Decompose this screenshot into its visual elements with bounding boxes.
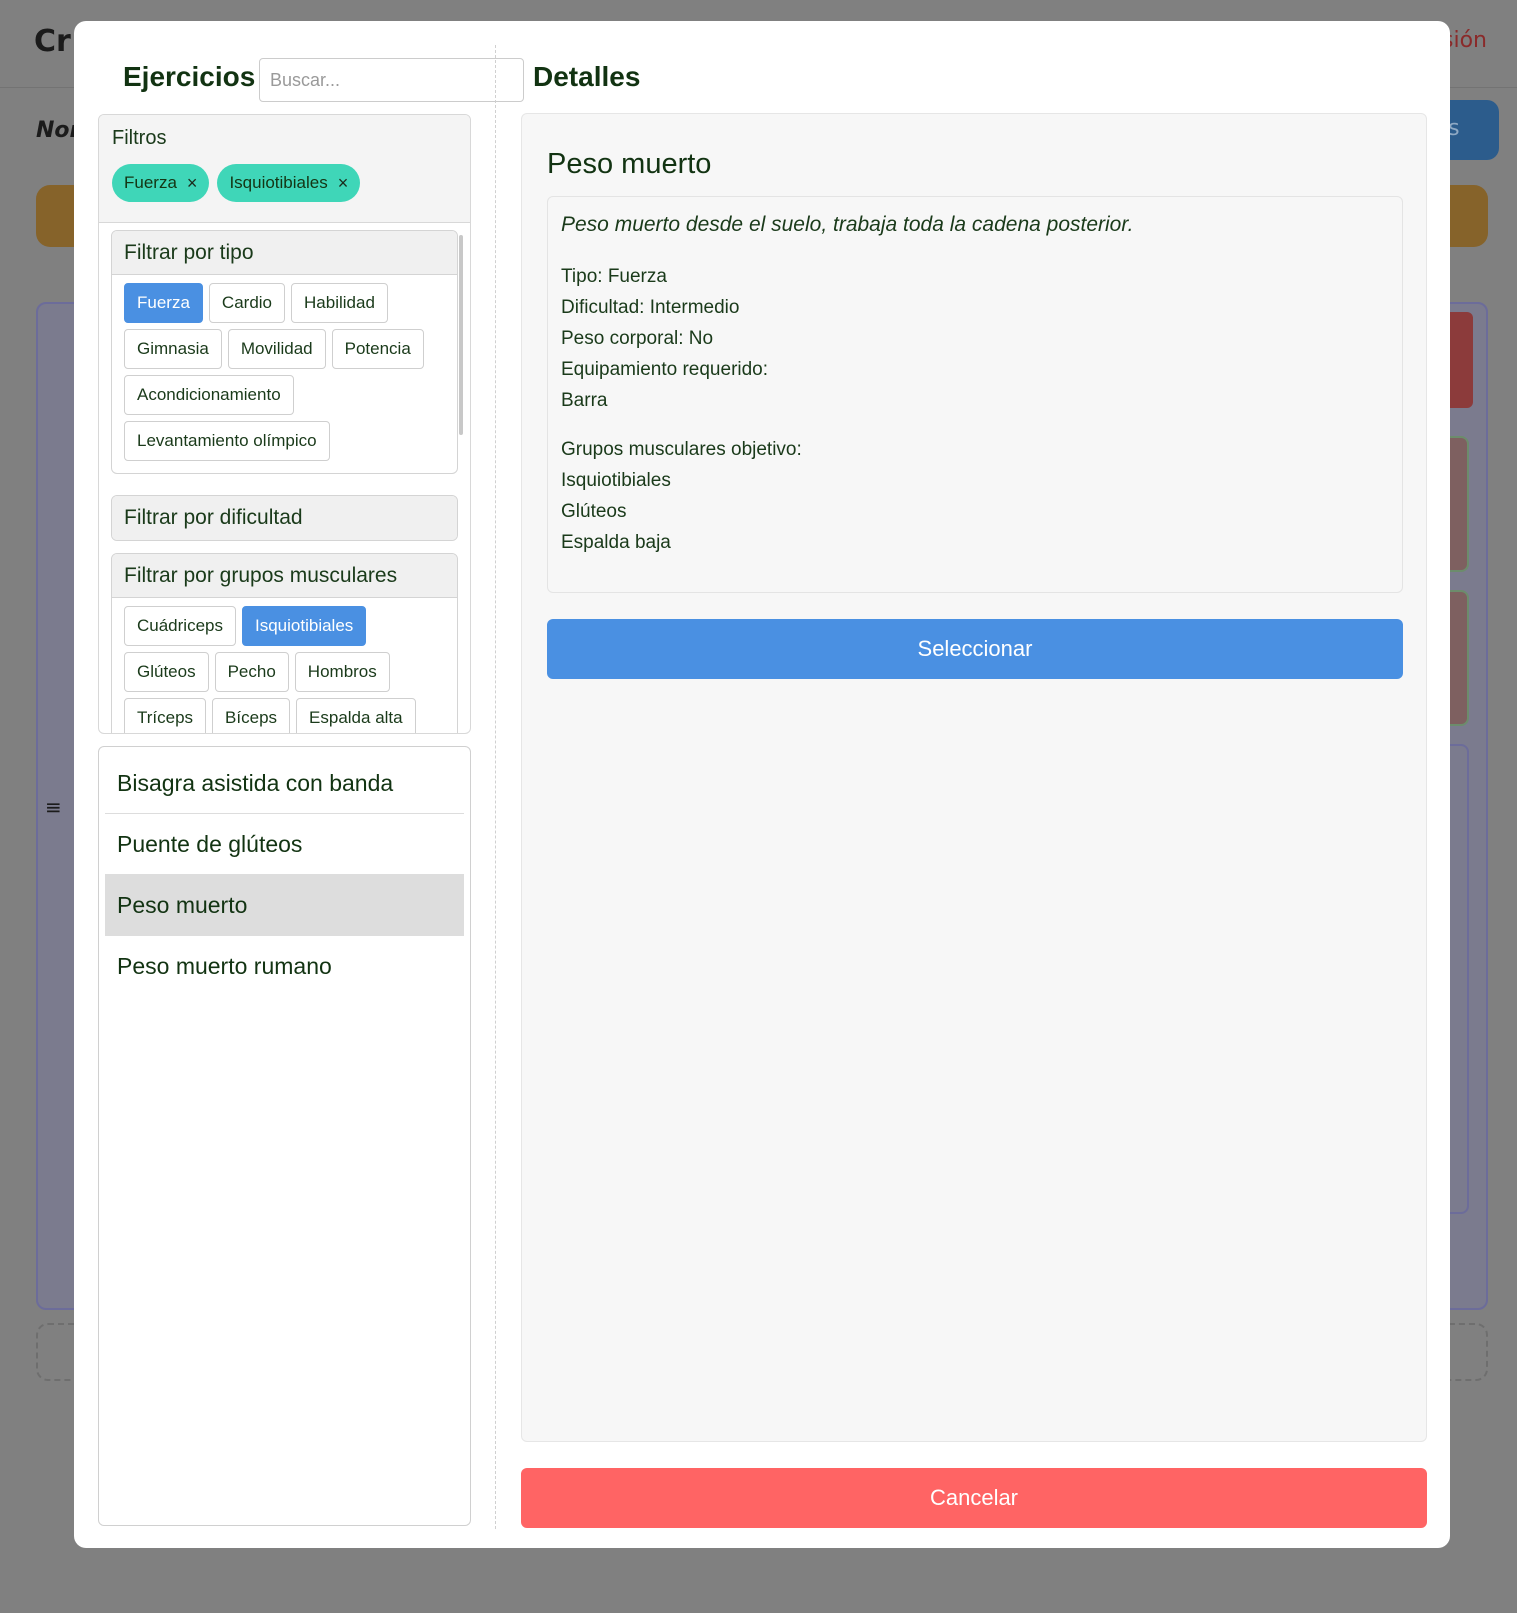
- cancel-button[interactable]: Cancelar: [521, 1468, 1427, 1528]
- remove-chip-icon[interactable]: ×: [338, 173, 349, 194]
- filter-chip-fuerza: Fuerza ×: [112, 164, 210, 202]
- muscle-item: Espalda baja: [561, 532, 671, 553]
- filters-scrollbar[interactable]: [459, 235, 463, 435]
- exercise-picker-modal: Ejercicios Detalles Filtros Fuerza × Isq…: [74, 21, 1450, 1548]
- column-divider: [495, 45, 496, 1529]
- remove-chip-icon[interactable]: ×: [187, 173, 198, 194]
- type-filter-options: Fuerza Cardio Habilidad Gimnasia Movilid…: [112, 275, 432, 473]
- type-filter-section: Filtrar por tipo Fuerza Cardio Habilidad…: [111, 230, 458, 474]
- type-option-gimnasia[interactable]: Gimnasia: [124, 329, 222, 369]
- drag-handle-icon: ≡: [45, 795, 62, 819]
- chip-label: Isquiotibiales: [229, 173, 328, 192]
- muscles-label: Grupos musculares objetivo:: [561, 439, 802, 460]
- bodyweight-line: Peso corporal: No: [561, 328, 714, 349]
- difficulty-line: Dificultad: Intermedio: [561, 297, 740, 318]
- exercise-list: Bisagra asistida con banda Puente de glú…: [98, 746, 471, 1526]
- exercises-heading: Ejercicios: [123, 61, 256, 92]
- page-title: Cr: [34, 24, 71, 59]
- type-line: Tipo: Fuerza: [561, 266, 667, 287]
- exercise-name: Peso muerto: [547, 148, 712, 180]
- select-button[interactable]: Seleccionar: [547, 619, 1403, 679]
- muscle-option-pecho[interactable]: Pecho: [214, 652, 289, 692]
- type-option-acondicionamiento[interactable]: Acondicionamiento: [124, 375, 294, 415]
- active-filter-chips: Fuerza × Isquiotibiales ×: [112, 164, 457, 202]
- muscle-option-cuadriceps[interactable]: Cuádriceps: [124, 606, 236, 646]
- muscle-option-biceps[interactable]: Bíceps: [212, 698, 291, 733]
- type-option-levantamiento-olimpico[interactable]: Levantamiento olímpico: [124, 421, 330, 461]
- list-item[interactable]: Bisagra asistida con banda: [105, 753, 464, 814]
- muscle-option-gluteos[interactable]: Glúteos: [124, 652, 209, 692]
- muscle-item: Glúteos: [561, 501, 627, 522]
- equipment-item: Barra: [561, 390, 608, 411]
- muscle-item: Isquiotibiales: [561, 470, 671, 491]
- type-option-potencia[interactable]: Potencia: [331, 329, 424, 369]
- filters-scroll-area[interactable]: Filtrar por tipo Fuerza Cardio Habilidad…: [99, 223, 470, 733]
- difficulty-filter-header[interactable]: Filtrar por dificultad: [112, 496, 457, 540]
- muscle-filter-header[interactable]: Filtrar por grupos musculares: [112, 554, 457, 598]
- muscle-filter-section: Filtrar por grupos musculares Cuádriceps…: [111, 553, 458, 733]
- muscle-option-triceps[interactable]: Tríceps: [124, 698, 207, 733]
- exercise-description: Peso muerto desde el suelo, trabaja toda…: [561, 213, 1134, 236]
- search-input[interactable]: [259, 58, 524, 102]
- list-item[interactable]: Puente de glúteos: [105, 814, 464, 875]
- type-option-movilidad[interactable]: Movilidad: [227, 329, 326, 369]
- chip-label: Fuerza: [124, 173, 177, 192]
- type-option-habilidad[interactable]: Habilidad: [291, 283, 388, 323]
- muscle-option-isquiotibiales[interactable]: Isquiotibiales: [242, 606, 367, 646]
- type-filter-header[interactable]: Filtrar por tipo: [112, 231, 457, 275]
- exercise-info-card: Peso muerto desde el suelo, trabaja toda…: [547, 196, 1403, 593]
- filters-header: Filtros Fuerza × Isquiotibiales ×: [99, 115, 470, 223]
- equipment-label: Equipamiento requerido:: [561, 359, 769, 380]
- filters-panel: Filtros Fuerza × Isquiotibiales × Filtra…: [98, 114, 471, 734]
- details-heading: Detalles: [533, 61, 641, 92]
- muscle-option-espalda-alta[interactable]: Espalda alta: [296, 698, 416, 733]
- filter-chip-isquiotibiales: Isquiotibiales ×: [217, 164, 361, 202]
- difficulty-filter-section: Filtrar por dificultad: [111, 495, 458, 541]
- filters-title: Filtros: [112, 127, 167, 149]
- type-option-fuerza[interactable]: Fuerza: [124, 283, 203, 323]
- muscle-option-hombros[interactable]: Hombros: [294, 652, 390, 692]
- list-item[interactable]: Peso muerto: [105, 875, 464, 936]
- type-option-cardio[interactable]: Cardio: [208, 283, 286, 323]
- list-item[interactable]: Peso muerto rumano: [105, 936, 464, 997]
- muscle-filter-options: Cuádriceps Isquiotibiales Glúteos Pecho …: [112, 598, 432, 733]
- details-panel: Peso muerto Peso muerto desde el suelo, …: [521, 113, 1427, 1442]
